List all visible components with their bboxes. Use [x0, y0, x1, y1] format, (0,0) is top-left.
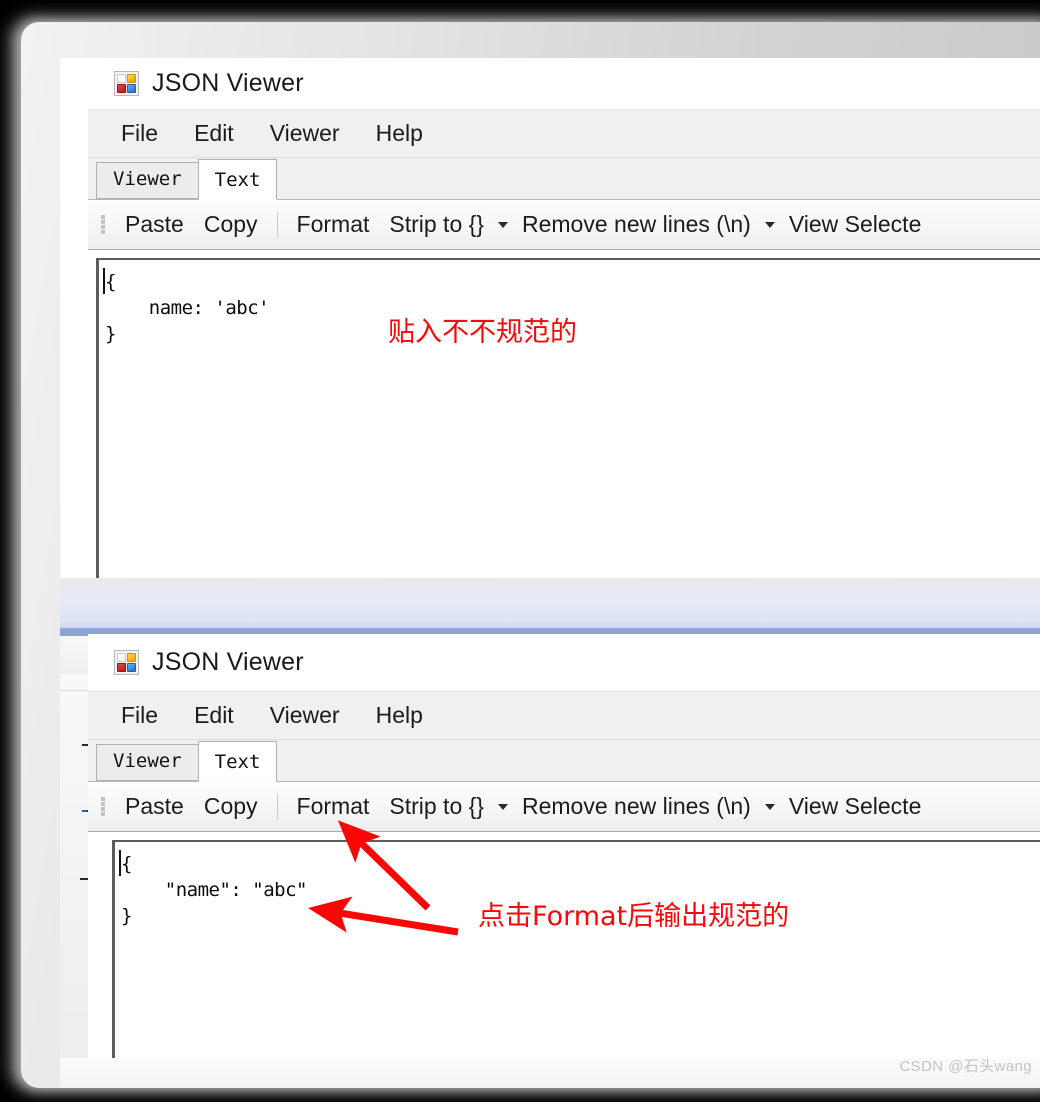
- chevron-down-icon-remove[interactable]: [761, 222, 779, 228]
- menu-viewer[interactable]: Viewer: [257, 116, 353, 151]
- paste-button[interactable]: Paste: [115, 789, 194, 824]
- toolbar-top[interactable]: Paste Copy Format Strip to {} Remove new…: [88, 200, 1040, 250]
- menu-viewer[interactable]: Viewer: [257, 698, 353, 733]
- editor-wrap-bottom: { "name": "abc" } 点击Format后输出规范的: [88, 820, 1040, 1058]
- view-selected-button[interactable]: View Selecte: [779, 207, 932, 242]
- json-viewer-app-icon: [114, 71, 139, 96]
- copy-button[interactable]: Copy: [194, 207, 268, 242]
- annotation-paste-unformatted: 贴入不不规范的: [388, 317, 577, 348]
- console-log-line: --- [ main] w.s.c.ServletWebServerApplic…: [60, 1060, 976, 1088]
- toolbar-separator: [276, 793, 278, 820]
- window-title: JSON Viewer: [152, 69, 304, 97]
- chevron-down-icon-remove[interactable]: [761, 804, 779, 810]
- paste-button[interactable]: Paste: [115, 207, 194, 242]
- menu-help[interactable]: Help: [363, 698, 436, 733]
- menubar-bottom[interactable]: File Edit Viewer Help: [88, 692, 1040, 740]
- menu-file[interactable]: File: [108, 116, 171, 151]
- app-surface: JSON Viewer File Edit Viewer Help Viewer…: [60, 58, 1040, 1088]
- chevron-down-icon-strip[interactable]: [494, 222, 512, 228]
- window-splitter[interactable]: [60, 578, 1040, 636]
- tabstrip-top[interactable]: Viewer Text: [88, 158, 1040, 200]
- strip-to-braces-button[interactable]: Strip to {}: [379, 207, 494, 242]
- menu-file[interactable]: File: [108, 698, 171, 733]
- titlebar-bottom: JSON Viewer: [88, 634, 1040, 692]
- remove-new-lines-button[interactable]: Remove new lines (\n): [512, 789, 761, 824]
- toolbar-bottom[interactable]: Paste Copy Format Strip to {} Remove new…: [88, 782, 1040, 832]
- watermark: CSDN @石头wang: [899, 1058, 1032, 1075]
- tab-viewer[interactable]: Viewer: [96, 162, 199, 199]
- text-caret: [103, 268, 105, 294]
- chevron-down-icon-strip[interactable]: [494, 804, 512, 810]
- menu-help[interactable]: Help: [363, 116, 436, 151]
- json-viewer-app-icon: [114, 650, 139, 675]
- remove-new-lines-button[interactable]: Remove new lines (\n): [512, 207, 761, 242]
- console-output-strip[interactable]: --- [ main] w.s.c.ServletWebServerApplic…: [60, 1058, 1040, 1088]
- copy-button[interactable]: Copy: [194, 789, 268, 824]
- menubar-top[interactable]: File Edit Viewer Help: [88, 110, 1040, 158]
- tab-text[interactable]: Text: [197, 159, 278, 200]
- json-viewer-window-top[interactable]: JSON Viewer File Edit Viewer Help Viewer…: [88, 58, 1040, 614]
- menu-edit[interactable]: Edit: [181, 698, 247, 733]
- format-button[interactable]: Format: [287, 789, 380, 824]
- drag-grip-icon[interactable]: [98, 794, 108, 820]
- tab-viewer[interactable]: Viewer: [96, 744, 199, 781]
- annotation-click-format: 点击Format后输出规范的: [478, 901, 790, 932]
- screenshot-root: JSON Viewer File Edit Viewer Help Viewer…: [0, 0, 1040, 1102]
- strip-to-braces-button[interactable]: Strip to {}: [379, 789, 494, 824]
- view-selected-button[interactable]: View Selecte: [779, 789, 932, 824]
- json-text-editor-bottom[interactable]: { "name": "abc" }: [112, 840, 1040, 1058]
- json-viewer-window-bottom[interactable]: JSON Viewer File Edit Viewer Help Viewer…: [88, 634, 1040, 1058]
- editor-wrap-top: { name: 'abc' } 贴入不不规范的: [88, 250, 1040, 614]
- window-title: JSON Viewer: [152, 648, 304, 676]
- tab-text[interactable]: Text: [197, 741, 278, 782]
- tabstrip-bottom[interactable]: Viewer Text: [88, 740, 1040, 782]
- titlebar-top: JSON Viewer: [88, 58, 1040, 110]
- toolbar-separator: [276, 211, 278, 238]
- tabstrip-filler: [276, 198, 1040, 199]
- menu-edit[interactable]: Edit: [181, 116, 247, 151]
- format-button[interactable]: Format: [287, 207, 380, 242]
- text-caret: [119, 850, 121, 876]
- drag-grip-icon[interactable]: [98, 212, 108, 238]
- desktop-frame: JSON Viewer File Edit Viewer Help Viewer…: [21, 22, 1040, 1088]
- tabstrip-filler: [276, 780, 1040, 781]
